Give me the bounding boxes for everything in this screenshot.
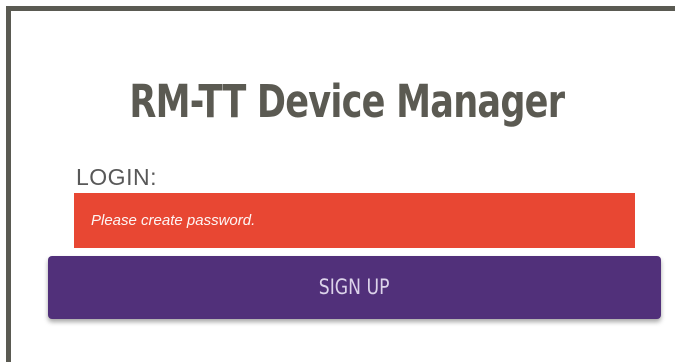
login-panel: RM-TT Device Manager LOGIN: SIGN UP	[6, 6, 675, 362]
sign-up-button[interactable]: SIGN UP	[48, 256, 661, 319]
login-label: LOGIN:	[76, 164, 157, 190]
page-title-text: RM-TT Device Manager	[129, 75, 566, 128]
sign-up-button-label: SIGN UP	[319, 275, 390, 299]
password-field[interactable]	[74, 193, 635, 248]
page-title: RM-TT Device Manager	[11, 70, 675, 134]
